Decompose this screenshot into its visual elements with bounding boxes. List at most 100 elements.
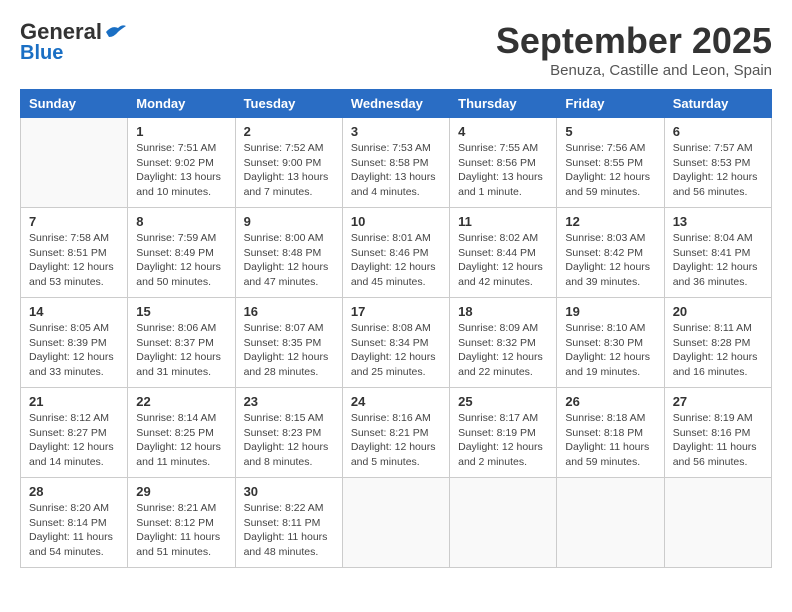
weekday-header-saturday: Saturday xyxy=(664,90,771,118)
day-info: Sunrise: 8:18 AMSunset: 8:18 PMDaylight:… xyxy=(565,411,655,470)
day-info: Sunrise: 8:03 AMSunset: 8:42 PMDaylight:… xyxy=(565,231,655,290)
day-number: 19 xyxy=(565,304,655,319)
page-subtitle: Benuza, Castille and Leon, Spain xyxy=(496,62,772,79)
day-number: 24 xyxy=(351,394,441,409)
day-number: 5 xyxy=(565,124,655,139)
empty-cell xyxy=(342,478,449,568)
day-info: Sunrise: 7:59 AMSunset: 8:49 PMDaylight:… xyxy=(136,231,226,290)
day-cell-8: 8 Sunrise: 7:59 AMSunset: 8:49 PMDaylight… xyxy=(128,208,235,298)
day-cell-20: 20 Sunrise: 8:11 AMSunset: 8:28 PMDayligh… xyxy=(664,298,771,388)
day-info: Sunrise: 7:58 AMSunset: 8:51 PMDaylight:… xyxy=(29,231,119,290)
empty-cell xyxy=(557,478,664,568)
day-cell-6: 6 Sunrise: 7:57 AMSunset: 8:53 PMDaylight… xyxy=(664,118,771,208)
day-cell-16: 16 Sunrise: 8:07 AMSunset: 8:35 PMDayligh… xyxy=(235,298,342,388)
day-info: Sunrise: 8:01 AMSunset: 8:46 PMDaylight:… xyxy=(351,231,441,290)
day-cell-19: 19 Sunrise: 8:10 AMSunset: 8:30 PMDayligh… xyxy=(557,298,664,388)
day-number: 3 xyxy=(351,124,441,139)
day-number: 8 xyxy=(136,214,226,229)
day-info: Sunrise: 8:02 AMSunset: 8:44 PMDaylight:… xyxy=(458,231,548,290)
day-info: Sunrise: 8:16 AMSunset: 8:21 PMDaylight:… xyxy=(351,411,441,470)
day-cell-29: 29 Sunrise: 8:21 AMSunset: 8:12 PMDayligh… xyxy=(128,478,235,568)
day-cell-26: 26Sunrise: 8:18 AMSunset: 8:18 PMDayligh… xyxy=(557,388,664,478)
day-info: Sunrise: 8:06 AMSunset: 8:37 PMDaylight:… xyxy=(136,321,226,380)
week-row-1: 1 Sunrise: 7:51 AMSunset: 9:02 PMDaylight… xyxy=(21,118,772,208)
day-info: Sunrise: 8:21 AMSunset: 8:12 PMDaylight:… xyxy=(136,501,226,560)
day-cell-22: 22 Sunrise: 8:14 AMSunset: 8:25 PMDayligh… xyxy=(128,388,235,478)
day-number: 11 xyxy=(458,214,548,229)
day-info: Sunrise: 8:17 AMSunset: 8:19 PMDaylight:… xyxy=(458,411,548,470)
weekday-header-row: SundayMondayTuesdayWednesdayThursdayFrid… xyxy=(21,90,772,118)
empty-cell xyxy=(450,478,557,568)
weekday-header-friday: Friday xyxy=(557,90,664,118)
bird-icon xyxy=(104,23,126,41)
day-cell-10: 10 Sunrise: 8:01 AMSunset: 8:46 PMDayligh… xyxy=(342,208,449,298)
day-info: Sunrise: 8:19 AMSunset: 8:16 PMDaylight:… xyxy=(673,411,763,470)
day-number: 9 xyxy=(244,214,334,229)
day-number: 28 xyxy=(29,484,119,499)
day-cell-13: 13Sunrise: 8:04 AMSunset: 8:41 PMDayligh… xyxy=(664,208,771,298)
day-number: 15 xyxy=(136,304,226,319)
calendar-table: SundayMondayTuesdayWednesdayThursdayFrid… xyxy=(20,89,772,568)
empty-cell xyxy=(664,478,771,568)
day-cell-4: 4Sunrise: 7:55 AMSunset: 8:56 PMDaylight… xyxy=(450,118,557,208)
week-row-4: 21Sunrise: 8:12 AMSunset: 8:27 PMDayligh… xyxy=(21,388,772,478)
day-info: Sunrise: 7:52 AMSunset: 9:00 PMDaylight:… xyxy=(244,141,334,200)
day-number: 22 xyxy=(136,394,226,409)
week-row-3: 14 Sunrise: 8:05 AMSunset: 8:39 PMDayligh… xyxy=(21,298,772,388)
day-number: 18 xyxy=(458,304,548,319)
day-info: Sunrise: 8:07 AMSunset: 8:35 PMDaylight:… xyxy=(244,321,334,380)
day-number: 23 xyxy=(244,394,334,409)
empty-cell xyxy=(21,118,128,208)
day-cell-3: 3 Sunrise: 7:53 AMSunset: 8:58 PMDaylight… xyxy=(342,118,449,208)
day-info: Sunrise: 8:04 AMSunset: 8:41 PMDaylight:… xyxy=(673,231,763,290)
day-cell-24: 24 Sunrise: 8:16 AMSunset: 8:21 PMDayligh… xyxy=(342,388,449,478)
week-row-2: 7 Sunrise: 7:58 AMSunset: 8:51 PMDaylight… xyxy=(21,208,772,298)
day-info: Sunrise: 7:56 AMSunset: 8:55 PMDaylight:… xyxy=(565,141,655,200)
day-number: 6 xyxy=(673,124,763,139)
weekday-header-monday: Monday xyxy=(128,90,235,118)
day-info: Sunrise: 8:05 AMSunset: 8:39 PMDaylight:… xyxy=(29,321,119,380)
day-info: Sunrise: 8:00 AMSunset: 8:48 PMDaylight:… xyxy=(244,231,334,290)
day-number: 12 xyxy=(565,214,655,229)
day-cell-17: 17Sunrise: 8:08 AMSunset: 8:34 PMDayligh… xyxy=(342,298,449,388)
day-info: Sunrise: 7:51 AMSunset: 9:02 PMDaylight:… xyxy=(136,141,226,200)
day-info: Sunrise: 7:57 AMSunset: 8:53 PMDaylight:… xyxy=(673,141,763,200)
day-number: 2 xyxy=(244,124,334,139)
day-cell-25: 25 Sunrise: 8:17 AMSunset: 8:19 PMDayligh… xyxy=(450,388,557,478)
day-number: 16 xyxy=(244,304,334,319)
day-info: Sunrise: 7:55 AMSunset: 8:56 PMDaylight:… xyxy=(458,141,548,200)
day-cell-9: 9 Sunrise: 8:00 AMSunset: 8:48 PMDaylight… xyxy=(235,208,342,298)
day-cell-5: 5 Sunrise: 7:56 AMSunset: 8:55 PMDaylight… xyxy=(557,118,664,208)
page-title: September 2025 xyxy=(496,20,772,62)
day-cell-7: 7 Sunrise: 7:58 AMSunset: 8:51 PMDaylight… xyxy=(21,208,128,298)
day-info: Sunrise: 8:11 AMSunset: 8:28 PMDaylight:… xyxy=(673,321,763,380)
day-info: Sunrise: 7:53 AMSunset: 8:58 PMDaylight:… xyxy=(351,141,441,200)
day-info: Sunrise: 8:08 AMSunset: 8:34 PMDaylight:… xyxy=(351,321,441,380)
day-number: 14 xyxy=(29,304,119,319)
day-number: 27 xyxy=(673,394,763,409)
day-cell-15: 15 Sunrise: 8:06 AMSunset: 8:37 PMDayligh… xyxy=(128,298,235,388)
title-block: September 2025 Benuza, Castille and Leon… xyxy=(496,20,772,79)
day-info: Sunrise: 8:14 AMSunset: 8:25 PMDaylight:… xyxy=(136,411,226,470)
day-number: 1 xyxy=(136,124,226,139)
day-number: 7 xyxy=(29,214,119,229)
day-number: 20 xyxy=(673,304,763,319)
day-cell-12: 12 Sunrise: 8:03 AMSunset: 8:42 PMDayligh… xyxy=(557,208,664,298)
day-cell-2: 2 Sunrise: 7:52 AMSunset: 9:00 PMDaylight… xyxy=(235,118,342,208)
day-number: 10 xyxy=(351,214,441,229)
page-header: General Blue September 2025 Benuza, Cast… xyxy=(20,20,772,79)
day-info: Sunrise: 8:20 AMSunset: 8:14 PMDaylight:… xyxy=(29,501,119,560)
day-cell-1: 1 Sunrise: 7:51 AMSunset: 9:02 PMDaylight… xyxy=(128,118,235,208)
day-number: 30 xyxy=(244,484,334,499)
weekday-header-sunday: Sunday xyxy=(21,90,128,118)
weekday-header-wednesday: Wednesday xyxy=(342,90,449,118)
day-info: Sunrise: 8:10 AMSunset: 8:30 PMDaylight:… xyxy=(565,321,655,380)
day-number: 29 xyxy=(136,484,226,499)
day-cell-21: 21Sunrise: 8:12 AMSunset: 8:27 PMDayligh… xyxy=(21,388,128,478)
week-row-5: 28 Sunrise: 8:20 AMSunset: 8:14 PMDayligh… xyxy=(21,478,772,568)
day-number: 25 xyxy=(458,394,548,409)
day-cell-11: 11 Sunrise: 8:02 AMSunset: 8:44 PMDayligh… xyxy=(450,208,557,298)
weekday-header-tuesday: Tuesday xyxy=(235,90,342,118)
day-cell-28: 28 Sunrise: 8:20 AMSunset: 8:14 PMDayligh… xyxy=(21,478,128,568)
day-info: Sunrise: 8:12 AMSunset: 8:27 PMDaylight:… xyxy=(29,411,119,470)
